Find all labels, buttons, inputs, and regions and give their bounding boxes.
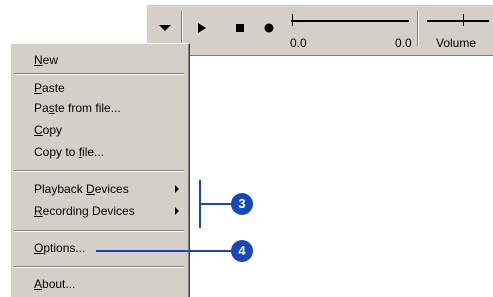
record-button[interactable] [260, 19, 278, 37]
submenu-arrow-icon [175, 185, 179, 193]
menu-item-recording-devices[interactable]: Recording Devices [11, 201, 187, 221]
menu-item-label: About... [34, 277, 76, 291]
position-slider[interactable] [291, 14, 409, 28]
volume-slider-track [427, 20, 489, 22]
callout-connector-line [96, 250, 234, 252]
volume-slider[interactable] [427, 14, 489, 28]
dropdown-arrow-icon [159, 25, 171, 31]
menu-dropdown-button[interactable] [156, 19, 174, 37]
menu-item-label: Paste [34, 81, 65, 95]
record-icon [264, 23, 274, 33]
menu-item-new[interactable]: New [11, 50, 187, 70]
menu-item-label: Options... [34, 241, 86, 255]
volume-label: Volume [436, 36, 477, 50]
position-slider-thumb[interactable] [292, 14, 296, 26]
play-icon [198, 23, 206, 33]
callout-badge-devices: 3 [231, 193, 253, 215]
menu-item-label: Recording Devices [34, 204, 135, 218]
menu-separator [14, 73, 184, 75]
position-start-label: 0.0 [290, 36, 307, 50]
menu-separator [14, 266, 184, 268]
menu-item-paste-from-file[interactable]: Paste from file... [11, 98, 187, 118]
volume-slider-thumb[interactable] [463, 14, 467, 26]
menu-item-playback-devices[interactable]: Playback Devices [11, 179, 187, 199]
menu-item-options[interactable]: Options... [11, 238, 187, 258]
position-end-label: 0.0 [395, 36, 412, 50]
callout-badge-options: 4 [231, 240, 253, 262]
menu-item-copy-to-file[interactable]: Copy to file... [11, 142, 187, 162]
submenu-arrow-icon [175, 207, 179, 215]
menu-item-label: Copy to file... [34, 145, 105, 159]
menu-separator [14, 230, 184, 232]
menu-item-about[interactable]: About... [11, 274, 187, 294]
stop-icon [236, 24, 244, 32]
menu-item-copy[interactable]: Copy [11, 120, 187, 140]
media-toolbar: 0.0 0.0 Volume [146, 4, 493, 56]
play-button[interactable] [193, 19, 211, 37]
toolbar-separator [181, 11, 183, 47]
toolbar-separator [417, 11, 419, 47]
menu-item-label: Paste from file... [34, 101, 121, 115]
menu-item-paste[interactable]: Paste [11, 78, 187, 98]
menu-item-label: New [34, 53, 59, 67]
stop-button[interactable] [231, 19, 249, 37]
menu-separator [14, 170, 184, 172]
menu-item-label: Playback Devices [34, 182, 129, 196]
position-slider-track [291, 20, 409, 22]
callout-connector-line [199, 203, 233, 205]
menu-item-label: Copy [34, 123, 63, 137]
context-menu: New Paste Paste from file... Copy Copy t… [10, 43, 190, 297]
